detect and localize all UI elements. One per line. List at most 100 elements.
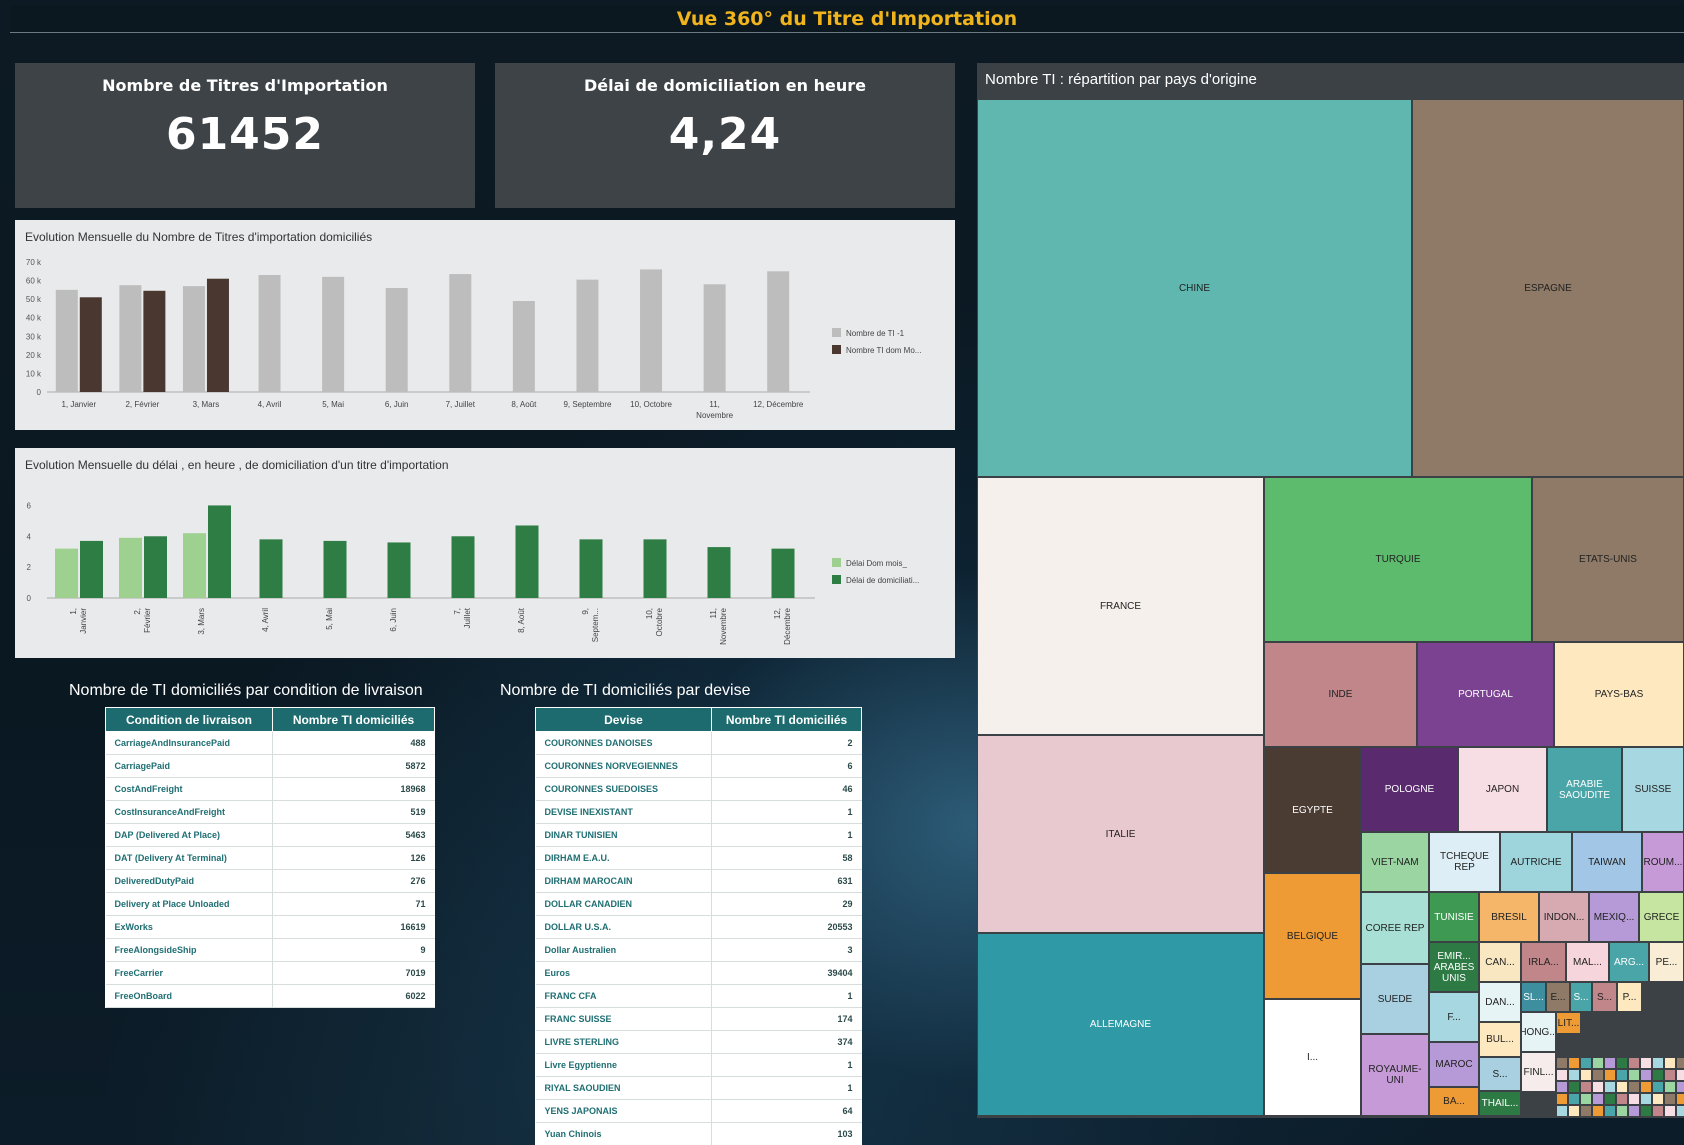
treemap-cell[interactable]: PAYS-BAS xyxy=(1554,642,1684,747)
treemap-cell[interactable]: THAIL... xyxy=(1479,1091,1521,1116)
treemap-small-cell[interactable] xyxy=(1556,1081,1568,1093)
table-row[interactable]: Delivery at Place Unloaded 71 xyxy=(105,892,435,916)
treemap-small-cell[interactable] xyxy=(1664,1069,1676,1081)
treemap-cell[interactable]: SUISSE xyxy=(1622,747,1684,832)
treemap-small-cell[interactable] xyxy=(1580,1093,1592,1105)
table-row[interactable]: CostAndFreight 18968 xyxy=(105,777,435,801)
treemap-small-cell[interactable] xyxy=(1640,1057,1652,1069)
table-row[interactable]: DIRHAM E.A.U. 58 xyxy=(535,846,862,870)
treemap-cell[interactable]: MAL... xyxy=(1566,942,1609,982)
treemap-small-cell[interactable] xyxy=(1676,1069,1684,1081)
treemap-small-cell[interactable] xyxy=(1640,1069,1652,1081)
treemap-small-cell[interactable] xyxy=(1616,1093,1628,1105)
table-row[interactable]: FreeOnBoard 6022 xyxy=(105,984,435,1008)
treemap-cell[interactable]: CAN... xyxy=(1479,942,1521,982)
treemap-small-cell[interactable] xyxy=(1676,1105,1684,1116)
treemap-small-cell[interactable] xyxy=(1568,1057,1580,1069)
table-row[interactable]: Euros 39404 xyxy=(535,961,862,985)
treemap-small-cell[interactable] xyxy=(1628,1069,1640,1081)
treemap-small-cell[interactable] xyxy=(1604,1069,1616,1081)
treemap-cell[interactable]: MAROC xyxy=(1429,1042,1479,1087)
treemap-small-cell[interactable] xyxy=(1592,1069,1604,1081)
treemap-cell[interactable]: COREE REP xyxy=(1361,892,1429,964)
treemap-small-cell[interactable] xyxy=(1556,1105,1568,1116)
table-row[interactable]: FRANC CFA 1 xyxy=(535,984,862,1008)
treemap-small-cell[interactable] xyxy=(1616,1081,1628,1093)
treemap-cell[interactable]: BRESIL xyxy=(1479,892,1539,942)
table-row[interactable]: CarriageAndInsurancePaid 488 xyxy=(105,731,435,755)
treemap-cell[interactable]: PE... xyxy=(1649,942,1684,982)
treemap-cell[interactable]: JAPON xyxy=(1458,747,1547,832)
treemap-small-cell[interactable] xyxy=(1580,1081,1592,1093)
table-devise[interactable]: Devise Nombre TI domiciliés COURONNES DA… xyxy=(535,707,862,1145)
treemap-small-cell[interactable] xyxy=(1592,1105,1604,1116)
treemap-small-cell[interactable] xyxy=(1604,1105,1616,1116)
treemap-cell[interactable]: INDON... xyxy=(1539,892,1589,942)
table-row[interactable]: LIVRE STERLING 374 xyxy=(535,1030,862,1054)
treemap-small-cell[interactable] xyxy=(1664,1081,1676,1093)
treemap-cell[interactable]: MEXIQ... xyxy=(1589,892,1639,942)
treemap-cell[interactable]: ITALIE xyxy=(977,735,1264,933)
column-header[interactable]: Nombre TI domiciliés xyxy=(711,707,862,732)
treemap-small-cell[interactable] xyxy=(1592,1093,1604,1105)
column-header[interactable]: Condition de livraison xyxy=(105,707,273,732)
treemap-cell[interactable]: ROYAUME-UNI xyxy=(1361,1034,1429,1116)
treemap-small-cell[interactable] xyxy=(1640,1105,1652,1116)
table-row[interactable]: FreeCarrier 7019 xyxy=(105,961,435,985)
table-row[interactable]: RIYAL SAOUDIEN 1 xyxy=(535,1076,862,1100)
table-row[interactable]: FreeAlongsideShip 9 xyxy=(105,938,435,962)
treemap-cell[interactable]: GRECE xyxy=(1639,892,1684,942)
treemap-small-cell[interactable] xyxy=(1676,1093,1684,1105)
treemap-cell[interactable]: IRLA... xyxy=(1521,942,1566,982)
kpi-card-delai[interactable]: Délai de domiciliation en heure 4,24 xyxy=(495,63,955,208)
treemap-small-cell[interactable] xyxy=(1652,1105,1664,1116)
treemap-small-cell[interactable] xyxy=(1640,1093,1652,1105)
treemap-cell[interactable]: FINL... xyxy=(1521,1052,1556,1092)
treemap-cell[interactable]: SUEDE xyxy=(1361,964,1429,1034)
table-row[interactable]: COURONNES DANOISES 2 xyxy=(535,731,862,755)
treemap-small-cell[interactable] xyxy=(1616,1105,1628,1116)
table-row[interactable]: YENS JAPONAIS 64 xyxy=(535,1099,862,1123)
treemap-cell[interactable]: ARG... xyxy=(1609,942,1649,982)
treemap-panel[interactable]: Nombre TI : répartition par pays d'origi… xyxy=(977,63,1684,1118)
treemap-small-cell[interactable] xyxy=(1664,1093,1676,1105)
treemap-small-cell[interactable] xyxy=(1628,1105,1640,1116)
treemap-small-cell[interactable] xyxy=(1676,1081,1684,1093)
treemap-cell[interactable]: BELGIQUE xyxy=(1264,873,1361,999)
table-row[interactable]: DOLLAR CANADIEN 29 xyxy=(535,892,862,916)
treemap-cell[interactable]: TURQUIE xyxy=(1264,477,1532,642)
treemap-small-cell[interactable] xyxy=(1652,1093,1664,1105)
treemap-cell[interactable]: TAIWAN xyxy=(1572,832,1642,892)
kpi-card-titres[interactable]: Nombre de Titres d'Importation 61452 xyxy=(15,63,475,208)
treemap-small-cell[interactable] xyxy=(1628,1093,1640,1105)
treemap-cell[interactable]: CHINE xyxy=(977,99,1412,477)
treemap-cell[interactable]: AUTRICHE xyxy=(1500,832,1572,892)
treemap-small-cell[interactable] xyxy=(1556,1069,1568,1081)
treemap-small-cell[interactable] xyxy=(1616,1069,1628,1081)
treemap-small-cell[interactable] xyxy=(1628,1057,1640,1069)
treemap-cell[interactable]: ALLEMAGNE xyxy=(977,933,1264,1116)
treemap-small-cell[interactable] xyxy=(1580,1057,1592,1069)
treemap-cell[interactable]: F... xyxy=(1429,992,1479,1042)
treemap-small-cell[interactable] xyxy=(1676,1057,1684,1069)
table-livraison[interactable]: Condition de livraison Nombre TI domicil… xyxy=(105,707,435,1008)
table-row[interactable]: Yuan Chinois 103 xyxy=(535,1122,862,1145)
treemap-small-cell[interactable] xyxy=(1628,1081,1640,1093)
treemap-small-cell[interactable] xyxy=(1592,1057,1604,1069)
table-row[interactable]: CarriagePaid 5872 xyxy=(105,754,435,778)
treemap-cell[interactable]: TCHEQUE REP xyxy=(1429,832,1500,892)
treemap-cell[interactable]: SL... xyxy=(1521,982,1546,1012)
treemap-cell[interactable]: DAN... xyxy=(1479,982,1521,1022)
treemap-small-cell[interactable] xyxy=(1604,1093,1616,1105)
bar-chart-delai[interactable]: 0 2 4 6 1, Janvier 2, Février 3, Mars 4, Avril 5, … xyxy=(15,448,955,658)
treemap-pays[interactable]: CHINE ESPAGNE FRANCE TURQUIE ETATS-UNIS INDE P… xyxy=(977,99,1684,1116)
table-row[interactable]: ExWorks 16619 xyxy=(105,915,435,939)
treemap-cell[interactable]: EMIR... ARABES UNIS xyxy=(1429,942,1479,992)
table-row[interactable]: DIRHAM MAROCAIN 631 xyxy=(535,869,862,893)
table-row[interactable]: DAT (Delivery At Terminal) 126 xyxy=(105,846,435,870)
treemap-small-cell[interactable] xyxy=(1568,1105,1580,1116)
treemap-cell[interactable]: PORTUGAL xyxy=(1417,642,1554,747)
treemap-cell[interactable]: TUNISIE xyxy=(1429,892,1479,942)
treemap-cell[interactable]: ETATS-UNIS xyxy=(1532,477,1684,642)
treemap-cell[interactable]: E... xyxy=(1546,982,1570,1012)
